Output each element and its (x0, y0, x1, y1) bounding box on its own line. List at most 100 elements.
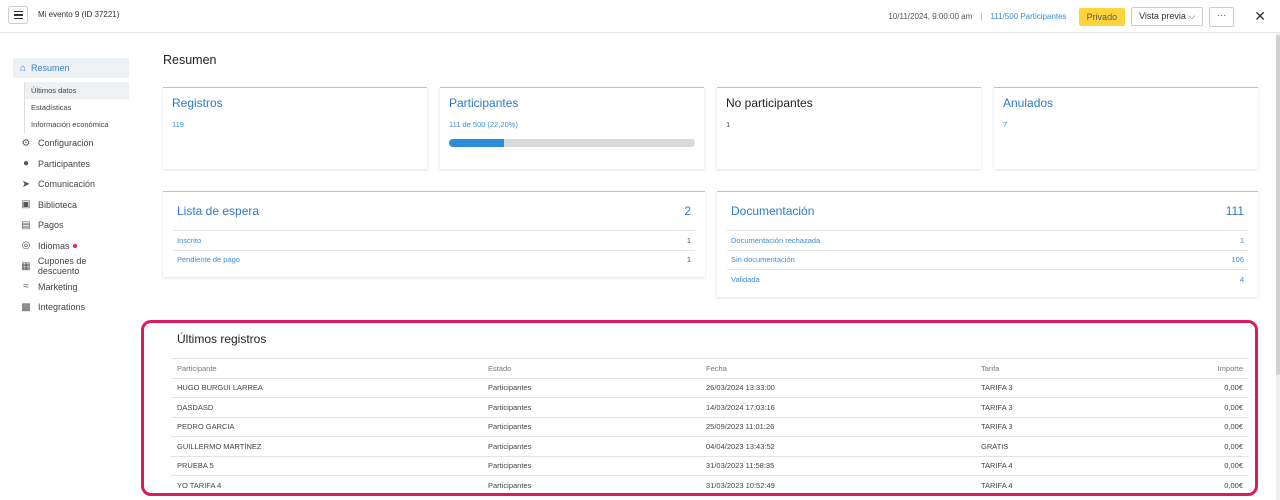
table-row[interactable]: PRUEBA 5 Participantes 31/03/2023 11:58:35… (171, 455, 1249, 476)
participants-progress-bar (449, 139, 695, 147)
amount-cell: 0,00€ (1155, 397, 1249, 417)
card-value[interactable]: 119 (172, 120, 184, 129)
status-cell: Participantes (482, 397, 700, 417)
sidebar-subitem-estadisticas[interactable]: Estadísticas (25, 99, 129, 116)
participant-cell: HUGO BURGUI LARREA (171, 377, 482, 398)
date-cell: 25/09/2023 11:01:26 (700, 416, 975, 437)
separator: | (980, 12, 983, 21)
top-bar: Mi evento 9 (ID 37221) 10/11/2024, 9:00:… (0, 0, 1280, 33)
amount-cell: 0,00€ (1155, 475, 1249, 495)
close-icon[interactable]: ✕ (1254, 8, 1266, 25)
table-row[interactable]: YO TARIFA 4 Participantes 31/03/2023 10:52… (171, 475, 1249, 495)
sidebar-item-resumen[interactable]: ⌂ Resumen (13, 58, 129, 78)
image-icon: ▣ (21, 199, 31, 211)
sidebar-item-biblioteca[interactable]: ▣ Biblioteca (13, 195, 129, 216)
list-item[interactable]: Sin documentación 106 (727, 249, 1248, 270)
globe-icon: ◎ (21, 240, 31, 252)
list-item[interactable]: Inscrito 1 (173, 230, 695, 250)
more-options-button[interactable]: ··· (1209, 6, 1235, 27)
rate-cell: TARIFA 4 (975, 455, 1155, 476)
send-icon: ➤ (21, 178, 31, 190)
sidebar-item-integrations[interactable]: ▩ Integrations (13, 297, 129, 318)
card-value[interactable]: 7 (1003, 120, 1007, 129)
table-row[interactable]: DASDASD Participantes 14/03/2024 17:03:16 T… (171, 397, 1249, 417)
amount-cell: 0,00€ (1155, 377, 1249, 398)
registros-card[interactable]: Registros 119 (163, 87, 427, 169)
documentation-card: Documentación 111 Documentación rechazad… (717, 191, 1258, 297)
rate-cell: TARIFA 3 (975, 377, 1155, 398)
list-item-label[interactable]: Pendiente de pago (177, 255, 240, 264)
card-total: 111 (1225, 204, 1244, 218)
list-item-label[interactable]: Inscrito (177, 236, 201, 245)
scrollbar-thumb[interactable] (1276, 35, 1280, 375)
sidebar-item-idiomas[interactable]: ◎ Idiomas (13, 236, 129, 257)
list-item-label[interactable]: Validada (731, 275, 760, 284)
list-item-count[interactable]: 106 (1231, 255, 1244, 264)
participant-cell: DASDASD (171, 397, 482, 417)
list-item[interactable]: Pendiente de pago 1 (173, 249, 695, 270)
preview-dropdown[interactable]: Vista previa ⌵ (1131, 7, 1204, 26)
sidebar-item-label: Marketing (38, 281, 78, 292)
list-item-count[interactable]: 1 (1240, 236, 1244, 245)
sidebar-item-label: Configuración (38, 138, 94, 149)
card-value: 1 (726, 120, 731, 129)
status-cell: Participantes (482, 377, 700, 398)
sidebar-subitem-informacion-economica[interactable]: Información económica (25, 116, 129, 133)
sidebar-subitems: Últimos datos Estadísticas Información e… (24, 82, 129, 133)
anulados-card[interactable]: Anulados 7 (994, 87, 1258, 169)
sidebar-item-comunicacion[interactable]: ➤ Comunicación (13, 174, 129, 195)
column-header-fecha[interactable]: Fecha (700, 358, 975, 378)
list-item[interactable]: Validada 4 (727, 269, 1248, 289)
list-item-label[interactable]: Documentación rechazada (731, 236, 820, 245)
gear-icon: ⚙ (21, 137, 31, 149)
sidebar-item-label: Resumen (31, 63, 70, 73)
hamburger-menu-icon[interactable] (8, 6, 28, 24)
status-cell: Participantes (482, 455, 700, 476)
list-item-count[interactable]: 4 (1240, 275, 1244, 284)
sidebar-item-label: Participantes (38, 158, 91, 169)
documentation-rows: Documentación rechazada 1 Sin documentaci… (727, 230, 1248, 289)
sidebar-item-cupones[interactable]: ▦ Cupones de descuento (13, 256, 129, 277)
table-row[interactable]: GUILLERMO MARTÍNEZ Participantes 04/04/202… (171, 436, 1249, 456)
column-header-tarifa[interactable]: Tarifa (975, 358, 1155, 378)
user-icon: ● (22, 158, 30, 170)
event-date: 10/11/2024, 9:00:00 am (888, 12, 973, 21)
column-header-participante[interactable]: Participante (171, 358, 482, 378)
progress-fill (449, 139, 504, 147)
column-header-estado[interactable]: Estado (482, 358, 700, 378)
registrations-table: Participante Estado Fecha Tarifa Importe… (171, 358, 1249, 495)
table-row[interactable]: PEDRO GARCIA Participantes 25/09/2023 11:0… (171, 416, 1249, 437)
card-title: Documentación (731, 204, 815, 218)
page-title: Resumen (163, 53, 217, 67)
private-button[interactable]: Privado (1078, 7, 1126, 26)
waitlist-card: Lista de espera 2 Inscrito 1 Pendiente de… (163, 191, 705, 277)
participantes-card[interactable]: Participantes 111 de 500 (22,20%) (440, 87, 704, 169)
table-row[interactable]: HUGO BURGUI LARREA Participantes 26/03/202… (171, 377, 1249, 398)
sidebar-item-configuracion[interactable]: ⚙ Configuración (13, 133, 129, 154)
card-value[interactable]: 111 de 500 (22,20%) (449, 120, 518, 129)
sidebar-item-label: Pagos (38, 220, 64, 231)
participants-count-link[interactable]: 111/500 Participantes (990, 12, 1066, 21)
sidebar-subitem-ultimos-datos[interactable]: Últimos datos (25, 82, 129, 99)
list-item[interactable]: Documentación rechazada 1 (727, 230, 1248, 250)
column-header-importe[interactable]: Importe (1155, 358, 1249, 378)
notification-dot (72, 243, 77, 248)
no-participantes-card[interactable]: No participantes 1 (717, 87, 981, 169)
sidebar-item-label: Biblioteca (38, 199, 78, 210)
date-cell: 31/03/2023 10:52:49 (700, 475, 975, 495)
sidebar-item-label: Idiomas (38, 240, 70, 251)
date-cell: 31/03/2023 11:58:35 (700, 455, 975, 476)
list-item-label[interactable]: Sin documentación (731, 255, 795, 264)
sidebar-item-participantes[interactable]: ● Participantes (13, 154, 129, 175)
status-cell: Participantes (482, 475, 700, 495)
rate-cell: GRATIS (975, 436, 1155, 456)
card-title: Anulados (1003, 96, 1054, 110)
rate-cell: TARIFA 3 (975, 397, 1155, 417)
rate-cell: TARIFA 3 (975, 416, 1155, 437)
card-total: 2 (684, 204, 691, 218)
sidebar-item-marketing[interactable]: ≈ Marketing (13, 277, 129, 298)
status-cell: Participantes (482, 416, 700, 437)
event-title: Mi evento 9 (ID 37221) (38, 10, 120, 19)
sidebar-item-pagos[interactable]: ▤ Pagos (13, 215, 129, 236)
card-title: No participantes (726, 96, 813, 110)
